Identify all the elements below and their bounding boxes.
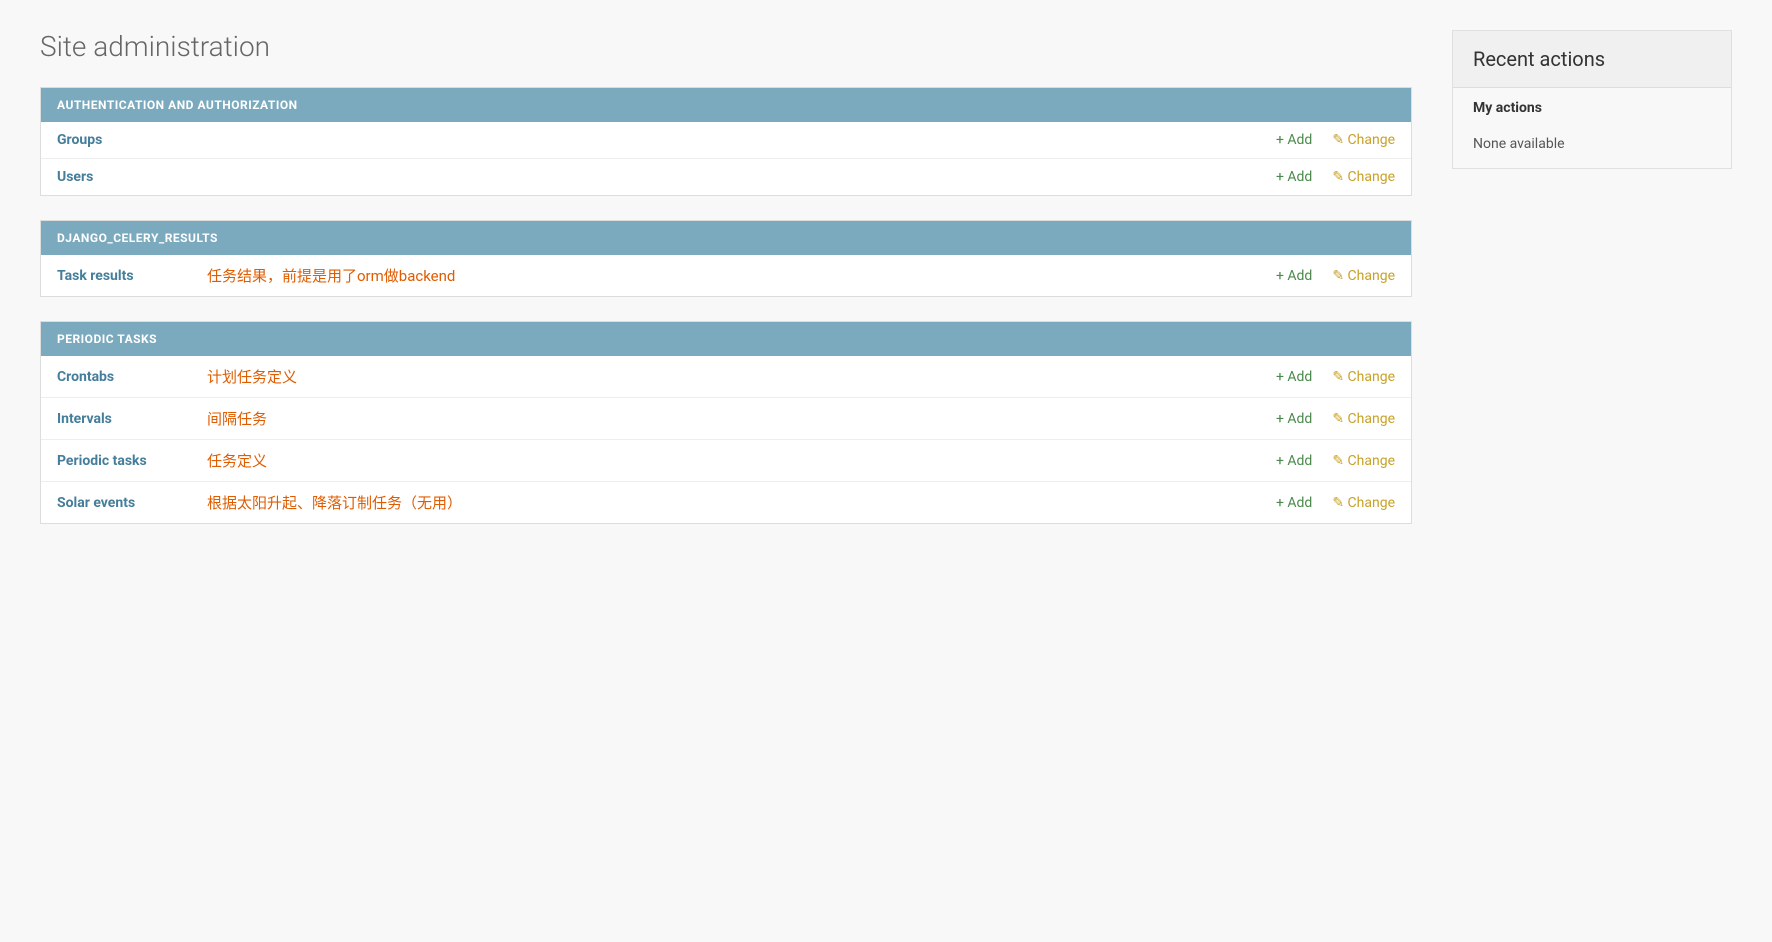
row-name: Groups <box>57 132 197 148</box>
add-link[interactable]: + Add <box>1276 495 1312 511</box>
add-link[interactable]: + Add <box>1276 411 1312 427</box>
change-link[interactable]: ✎ Change <box>1332 369 1395 385</box>
row-actions: + Add ✎ Change <box>1276 453 1395 469</box>
row-actions: + Add ✎ Change <box>1276 369 1395 385</box>
recent-actions-section: Recent actions My actions None available <box>1452 30 1732 169</box>
row-name: Periodic tasks <box>57 453 197 469</box>
change-link[interactable]: ✎ Change <box>1332 453 1395 469</box>
change-link[interactable]: ✎ Change <box>1332 268 1395 284</box>
row-annotation: 根据太阳升起、降落订制任务（无用） <box>197 492 1276 513</box>
row-actions: + Add ✎ Change <box>1276 411 1395 427</box>
table-row: Crontabs计划任务定义+ Add ✎ Change <box>41 356 1411 398</box>
row-name: Solar events <box>57 495 197 511</box>
table-row: Solar events根据太阳升起、降落订制任务（无用）+ Add ✎ Chan… <box>41 482 1411 523</box>
change-link[interactable]: ✎ Change <box>1332 132 1395 148</box>
add-link[interactable]: + Add <box>1276 169 1312 185</box>
row-annotation: 任务结果，前提是用了orm做backend <box>197 265 1276 286</box>
section-periodic: PERIODIC TASKSCrontabs计划任务定义+ Add✎ Chang… <box>40 321 1412 524</box>
table-row: Periodic tasks任务定义+ Add ✎ Change <box>41 440 1411 482</box>
sidebar: Recent actions My actions None available <box>1452 30 1732 548</box>
recent-actions-header: Recent actions <box>1453 31 1731 88</box>
row-name: Intervals <box>57 411 197 427</box>
section-header-auth: AUTHENTICATION AND AUTHORIZATION <box>41 88 1411 122</box>
add-link[interactable]: + Add <box>1276 132 1312 148</box>
add-link[interactable]: + Add <box>1276 268 1312 284</box>
row-actions: + Add ✎ Change <box>1276 495 1395 511</box>
add-link[interactable]: + Add <box>1276 369 1312 385</box>
table-row: Intervals间隔任务+ Add ✎ Change <box>41 398 1411 440</box>
change-link[interactable]: ✎ Change <box>1332 169 1395 185</box>
section-celery: DJANGO_CELERY_RESULTSTask results任务结果，前提… <box>40 220 1412 297</box>
row-actions: + Add ✎ Change <box>1276 132 1395 148</box>
section-header-celery: DJANGO_CELERY_RESULTS <box>41 221 1411 255</box>
row-name: Crontabs <box>57 369 197 385</box>
main-content: Site administration AUTHENTICATION AND A… <box>40 30 1412 548</box>
row-name: Users <box>57 169 197 185</box>
section-auth: AUTHENTICATION AND AUTHORIZATION Groups + … <box>40 87 1412 196</box>
page-wrapper: Site administration AUTHENTICATION AND A… <box>0 0 1772 578</box>
row-annotation: 任务定义 <box>197 450 1276 471</box>
section-header-periodic: PERIODIC TASKS <box>41 322 1411 356</box>
row-actions: + Add ✎ Change <box>1276 268 1395 284</box>
sections-container: AUTHENTICATION AND AUTHORIZATION Groups + … <box>40 87 1412 524</box>
table-row: Users + Add ✎ Change <box>41 159 1411 195</box>
page-title: Site administration <box>40 30 1412 63</box>
add-link[interactable]: + Add <box>1276 453 1312 469</box>
change-link[interactable]: ✎ Change <box>1332 411 1395 427</box>
table-row: Task results任务结果，前提是用了orm做backend+ Add ✎ … <box>41 255 1411 296</box>
row-name: Task results <box>57 268 197 284</box>
table-row: Groups + Add ✎ Change <box>41 122 1411 159</box>
row-annotation: 间隔任务 <box>197 408 1276 429</box>
change-link[interactable]: ✎ Change <box>1332 495 1395 511</box>
my-actions-subheader: My actions <box>1453 88 1731 128</box>
row-annotation: 计划任务定义 <box>197 366 1276 387</box>
none-available-text: None available <box>1453 128 1731 168</box>
row-actions: + Add ✎ Change <box>1276 169 1395 185</box>
